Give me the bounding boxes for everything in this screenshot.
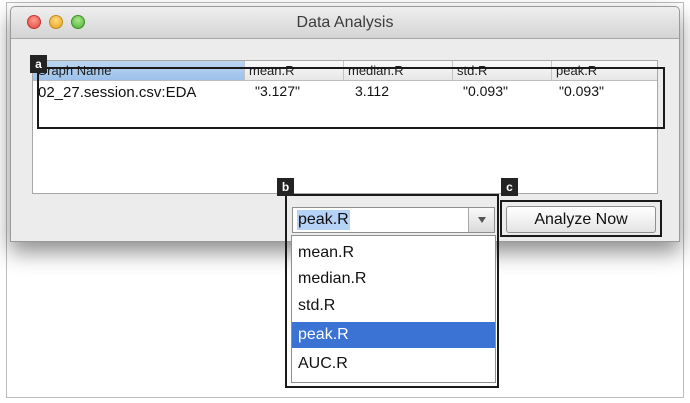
title-bar: Data Analysis: [11, 7, 679, 39]
chevron-down-icon: [478, 217, 486, 223]
callout-label-b: b: [277, 178, 294, 196]
analyze-now-button[interactable]: Analyze Now: [506, 206, 656, 233]
window-title: Data Analysis: [296, 14, 394, 31]
dropdown-toggle[interactable]: [468, 208, 494, 232]
callout-label-a: a: [30, 55, 47, 73]
option-std[interactable]: std.R: [292, 293, 495, 319]
option-peak[interactable]: peak.R: [292, 322, 495, 348]
metric-select-value: peak.R: [297, 210, 350, 230]
option-median[interactable]: median.R: [292, 266, 495, 292]
option-mean[interactable]: mean.R: [292, 240, 495, 266]
metric-select[interactable]: peak.R: [292, 207, 495, 233]
callout-label-c: c: [501, 178, 518, 196]
metric-dropdown-list[interactable]: mean.R median.R std.R peak.R AUC.R: [291, 235, 496, 383]
option-auc[interactable]: AUC.R: [292, 351, 495, 377]
annotation-box-a: [37, 67, 665, 129]
